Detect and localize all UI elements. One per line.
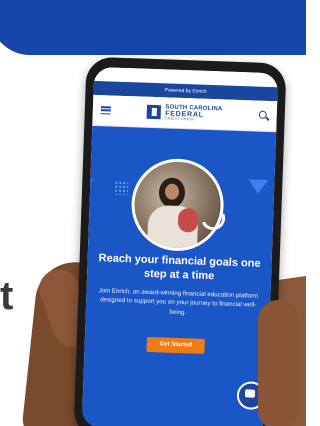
get-started-button[interactable]: Get Started	[146, 336, 205, 354]
brand-line3: CREDIT UNION	[164, 116, 194, 122]
brand-logo[interactable]: SOUTH CAROLINA FEDERAL CREDIT UNION	[146, 104, 223, 123]
menu-icon[interactable]	[100, 106, 111, 115]
decor-dots	[113, 180, 129, 196]
top-blue-band-inner	[0, 0, 306, 55]
decor-triangle-right	[248, 179, 269, 195]
child-figure	[177, 207, 199, 233]
decor-triangle-left	[81, 159, 96, 200]
search-icon[interactable]	[259, 111, 269, 121]
hand-finger-overlay	[258, 300, 298, 426]
phone-screen: Powered by Enrich SOUTH CAROLINA FEDERAL…	[81, 66, 279, 426]
brand-mark-icon	[146, 104, 162, 120]
phone-device: Powered by Enrich SOUTH CAROLINA FEDERAL…	[73, 56, 287, 426]
hero-section: Reach your financial goals one step at a…	[81, 125, 277, 426]
hero-body: Join Enrich, an award-winning financial …	[98, 287, 259, 316]
brand-text: SOUTH CAROLINA FEDERAL CREDIT UNION	[165, 104, 223, 122]
marketing-banner: t Powered by Enrich SOUTH CAROLINA FEDER…	[0, 0, 306, 426]
side-text-fragment: t	[0, 274, 14, 318]
hero-title: Reach your financial goals one step at a…	[98, 252, 261, 282]
